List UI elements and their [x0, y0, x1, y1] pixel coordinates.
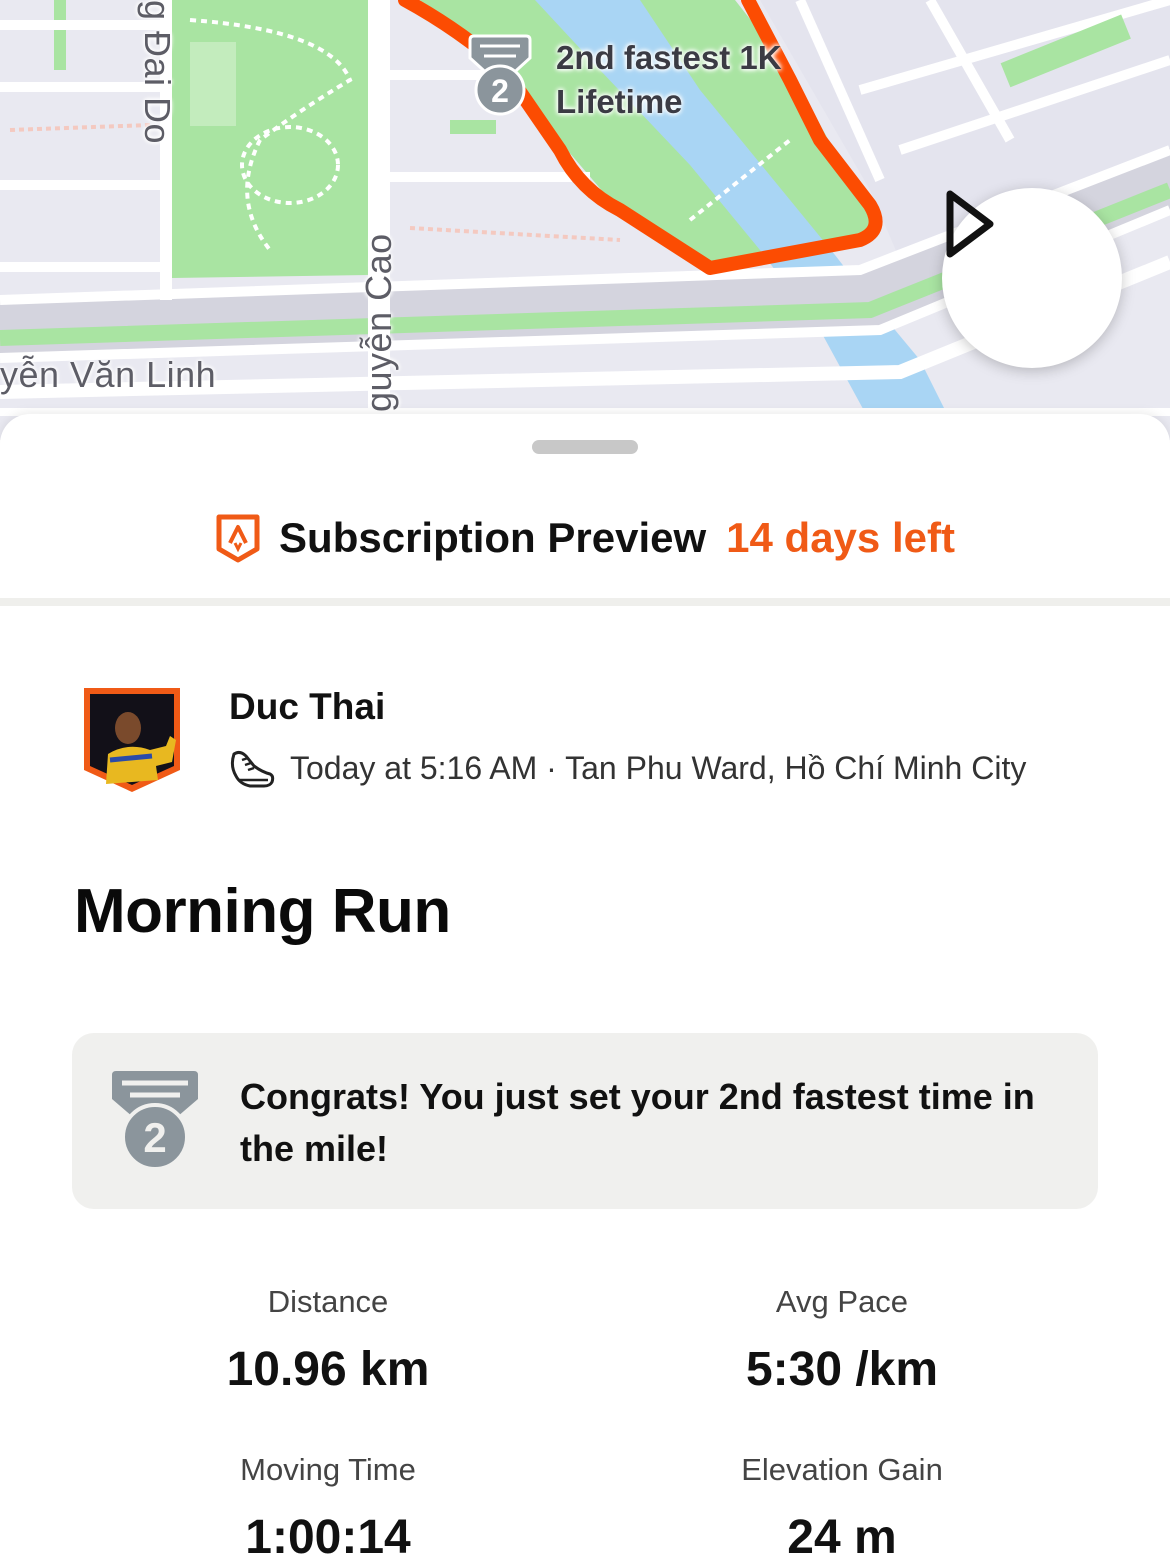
sheet-drag-handle[interactable] — [532, 440, 638, 454]
athlete-header: Duc Thai Today at 5:16 AM · Tan Phu Ward… — [80, 684, 1100, 804]
street-label-dai-do: g Đai Do — [137, 0, 178, 145]
stat-distance: Distance 10.96 km — [88, 1284, 568, 1397]
stat-elevation-gain: Elevation Gain 24 m — [602, 1452, 1082, 1560]
segment-achievement-line2: Lifetime — [556, 83, 683, 120]
stat-label: Avg Pace — [775, 1284, 909, 1319]
stat-label: Distance — [267, 1284, 389, 1319]
section-divider — [0, 598, 1170, 606]
route-map[interactable]: g Đai Do yễn Văn Linh guyễn Cao 2 2nd fa… — [0, 0, 1170, 440]
achievement-card[interactable]: 2 Congrats! You just set your 2nd fastes… — [72, 1033, 1098, 1209]
segment-achievement-label: 2nd fastest 1K Lifetime — [556, 36, 782, 124]
stat-value: 1:00:14 — [245, 1511, 411, 1560]
stat-value: 5:30 /km — [745, 1343, 939, 1396]
segment-achievement-line1: 2nd fastest 1K — [556, 39, 782, 76]
silver-medal-icon: 2 — [112, 1071, 198, 1171]
subscription-preview-banner[interactable]: Subscription Preview 14 days left — [0, 508, 1170, 568]
silver-medal-icon[interactable]: 2 — [462, 34, 538, 118]
activity-title: Morning Run — [74, 877, 451, 946]
play-icon — [946, 190, 994, 258]
stat-value: 24 m — [787, 1511, 897, 1560]
stat-moving-time: Moving Time 1:00:14 — [88, 1452, 568, 1560]
stat-avg-pace: Avg Pace 5:30 /km — [602, 1284, 1082, 1397]
subscription-days-left: 14 days left — [726, 514, 955, 561]
running-shoe-icon — [230, 750, 275, 788]
achievement-rank: 2 — [143, 1114, 166, 1161]
street-label-nguyen-van-linh: yễn Văn Linh — [0, 354, 217, 395]
stat-value: 10.96 km — [226, 1343, 430, 1396]
play-flyover-button[interactable] — [942, 188, 1122, 368]
stat-label: Moving Time — [240, 1452, 416, 1487]
activity-time-location: Today at 5:16 AM · Tan Phu Ward, Hồ Chí … — [290, 749, 1027, 786]
achievement-text: Congrats! You just set your 2nd fastest … — [240, 1076, 1035, 1169]
badge-rank: 2 — [491, 73, 509, 109]
strava-shield-icon — [216, 514, 260, 563]
athlete-name[interactable]: Duc Thai — [229, 686, 385, 728]
stat-label: Elevation Gain — [741, 1452, 943, 1487]
avatar[interactable] — [80, 684, 184, 794]
subscription-title: Subscription Preview — [279, 514, 707, 561]
activity-meta: Today at 5:16 AM · Tan Phu Ward, Hồ Chí … — [228, 746, 1026, 790]
activity-sheet: Subscription Preview 14 days left Duc Th… — [0, 414, 1170, 1560]
street-label-nguyen-cao: guyễn Cao — [358, 233, 399, 412]
